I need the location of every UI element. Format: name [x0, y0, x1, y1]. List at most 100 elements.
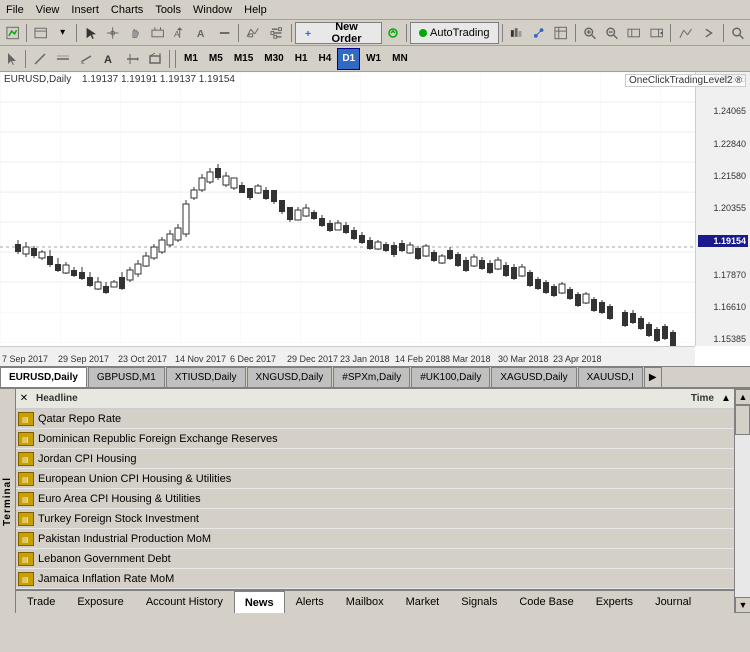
news-close-btn[interactable]: ✕ [16, 393, 32, 404]
chart-right-btn[interactable] [646, 22, 667, 44]
crosshair-btn[interactable] [102, 22, 123, 44]
period-m5[interactable]: M5 [204, 48, 228, 70]
text-tool-btn[interactable]: A [98, 48, 120, 70]
news-item-1[interactable]: ▤ Dominican Republic Foreign Exchange Re… [16, 429, 734, 449]
tab-experts[interactable]: Experts [585, 591, 644, 613]
news-icon-8: ▤ [18, 572, 34, 586]
chart-tab-gbpusd-m1[interactable]: GBPUSD,M1 [88, 367, 165, 387]
tab-mailbox[interactable]: Mailbox [335, 591, 395, 613]
tab-news[interactable]: News [234, 591, 285, 613]
terminal-side-label[interactable]: Terminal [0, 389, 16, 613]
chart-tab-xngusd-daily[interactable]: XNGUSD,Daily [247, 367, 333, 387]
chart-type-btn[interactable] [505, 22, 526, 44]
scrollbar-vertical[interactable]: ▲ ▼ [734, 389, 750, 613]
arrow-tool-btn[interactable] [121, 48, 143, 70]
profiles-button[interactable] [30, 22, 51, 44]
menu-view[interactable]: View [30, 2, 66, 18]
period-h4[interactable]: H4 [314, 48, 337, 70]
sep2 [76, 24, 77, 42]
cursor-btn[interactable] [80, 22, 101, 44]
chart-scroll-btn[interactable] [623, 22, 644, 44]
draw-tools-btn[interactable] [75, 48, 97, 70]
news-icon-4: ▤ [18, 492, 34, 506]
svg-text:▤: ▤ [22, 457, 29, 464]
levels-btn[interactable]: A [169, 22, 190, 44]
font-btn[interactable]: A [191, 22, 212, 44]
period-d1[interactable]: D1 [337, 48, 360, 70]
scroll-up-btn[interactable]: ▲ [735, 389, 750, 405]
shape-tool-btn[interactable] [144, 48, 166, 70]
horiz-line-btn[interactable] [52, 48, 74, 70]
zoom-btn[interactable] [147, 22, 168, 44]
menu-insert[interactable]: Insert [65, 2, 105, 18]
chart-tab-spxm-daily[interactable]: #SPXm,Daily [333, 367, 410, 387]
menu-charts[interactable]: Charts [105, 2, 149, 18]
period-sep-btn[interactable] [674, 22, 697, 44]
zoom-out-btn[interactable] [601, 22, 622, 44]
chart-tab-xauusd[interactable]: XAUUSD,I [578, 367, 643, 387]
scrollbar-thumb[interactable] [735, 405, 750, 435]
news-list[interactable]: ▤ Qatar Repo Rate ▤ Dominican Republic F… [16, 409, 734, 589]
chart-tab-xtiusd-daily[interactable]: XTIUSD,Daily [166, 367, 246, 387]
candlestick-chart[interactable] [0, 72, 695, 346]
scroll-down-btn[interactable]: ▼ [735, 597, 750, 613]
news-item-2[interactable]: ▤ Jordan CPI Housing [16, 449, 734, 469]
tab-trade[interactable]: Trade [16, 591, 66, 613]
chart-tab-eurusd-daily[interactable]: EURUSD,Daily [0, 367, 87, 387]
price-5: 1.20355 [698, 203, 748, 213]
news-scroll-up[interactable]: ▲ [718, 393, 734, 404]
tab-market[interactable]: Market [395, 591, 451, 613]
draw-line-btn[interactable] [29, 48, 51, 70]
autotrading-indicator [419, 29, 427, 37]
news-item-4[interactable]: ▤ Euro Area CPI Housing & Utilities [16, 489, 734, 509]
template-btn[interactable] [550, 22, 571, 44]
chart-tab-more[interactable]: ▶ [644, 367, 662, 387]
menu-tools[interactable]: Tools [149, 2, 187, 18]
terminal-text: Terminal [2, 477, 13, 526]
news-item-8[interactable]: ▤ Jamaica Inflation Rate MoM [16, 569, 734, 589]
scrollbar-track[interactable] [735, 405, 750, 597]
news-item-5[interactable]: ▤ Turkey Foreign Stock Investment [16, 509, 734, 529]
news-icon-0: ▤ [18, 412, 34, 426]
new-chart-button[interactable] [2, 22, 23, 44]
new-order-button[interactable]: + New Order [295, 22, 382, 44]
properties-btn[interactable] [266, 22, 287, 44]
type-icon-btn[interactable] [242, 22, 265, 44]
chart-tab-xagusd-daily[interactable]: XAGUSD,Daily [491, 367, 576, 387]
indicators-btn[interactable] [528, 22, 549, 44]
news-text-6: Pakistan Industrial Production MoM [38, 533, 732, 545]
tab-code-base[interactable]: Code Base [508, 591, 584, 613]
chart-area[interactable]: EURUSD,Daily 1.19137 1.19191 1.19137 1.1… [0, 72, 750, 367]
price-4: 1.21580 [698, 171, 748, 181]
zoom-in-btn[interactable] [579, 22, 600, 44]
period-w1[interactable]: W1 [361, 48, 386, 70]
period-m30[interactable]: M30 [259, 48, 288, 70]
news-item-0[interactable]: ▤ Qatar Repo Rate [16, 409, 734, 429]
period-h1[interactable]: H1 [290, 48, 313, 70]
tab-journal[interactable]: Journal [644, 591, 702, 613]
period-mn[interactable]: MN [387, 48, 413, 70]
hand-btn[interactable] [124, 22, 145, 44]
search-btn[interactable] [727, 22, 748, 44]
line-btn[interactable] [214, 22, 235, 44]
chart-tab-uk100-daily[interactable]: #UK100,Daily [411, 367, 490, 387]
tab-exposure[interactable]: Exposure [66, 591, 134, 613]
news-item-6[interactable]: ▤ Pakistan Industrial Production MoM [16, 529, 734, 549]
right-btn2[interactable] [698, 22, 719, 44]
news-icon-7: ▤ [18, 552, 34, 566]
period-m1[interactable]: M1 [179, 48, 203, 70]
menu-file[interactable]: File [0, 2, 30, 18]
news-item-7[interactable]: ▤ Lebanon Government Debt [16, 549, 734, 569]
menu-window[interactable]: Window [187, 2, 238, 18]
dropdown-btn[interactable]: ▾ [53, 22, 73, 44]
sep5-btn[interactable] [383, 22, 403, 44]
cursor-arrow-btn[interactable] [2, 48, 22, 70]
tab-alerts[interactable]: Alerts [285, 591, 335, 613]
tab-account-history[interactable]: Account History [135, 591, 234, 613]
autotrading-button[interactable]: AutoTrading [410, 22, 499, 44]
period-m15[interactable]: M15 [229, 48, 258, 70]
news-item-3[interactable]: ▤ European Union CPI Housing & Utilities [16, 469, 734, 489]
menu-help[interactable]: Help [238, 2, 273, 18]
svg-text:▤: ▤ [22, 537, 29, 544]
tab-signals[interactable]: Signals [450, 591, 508, 613]
